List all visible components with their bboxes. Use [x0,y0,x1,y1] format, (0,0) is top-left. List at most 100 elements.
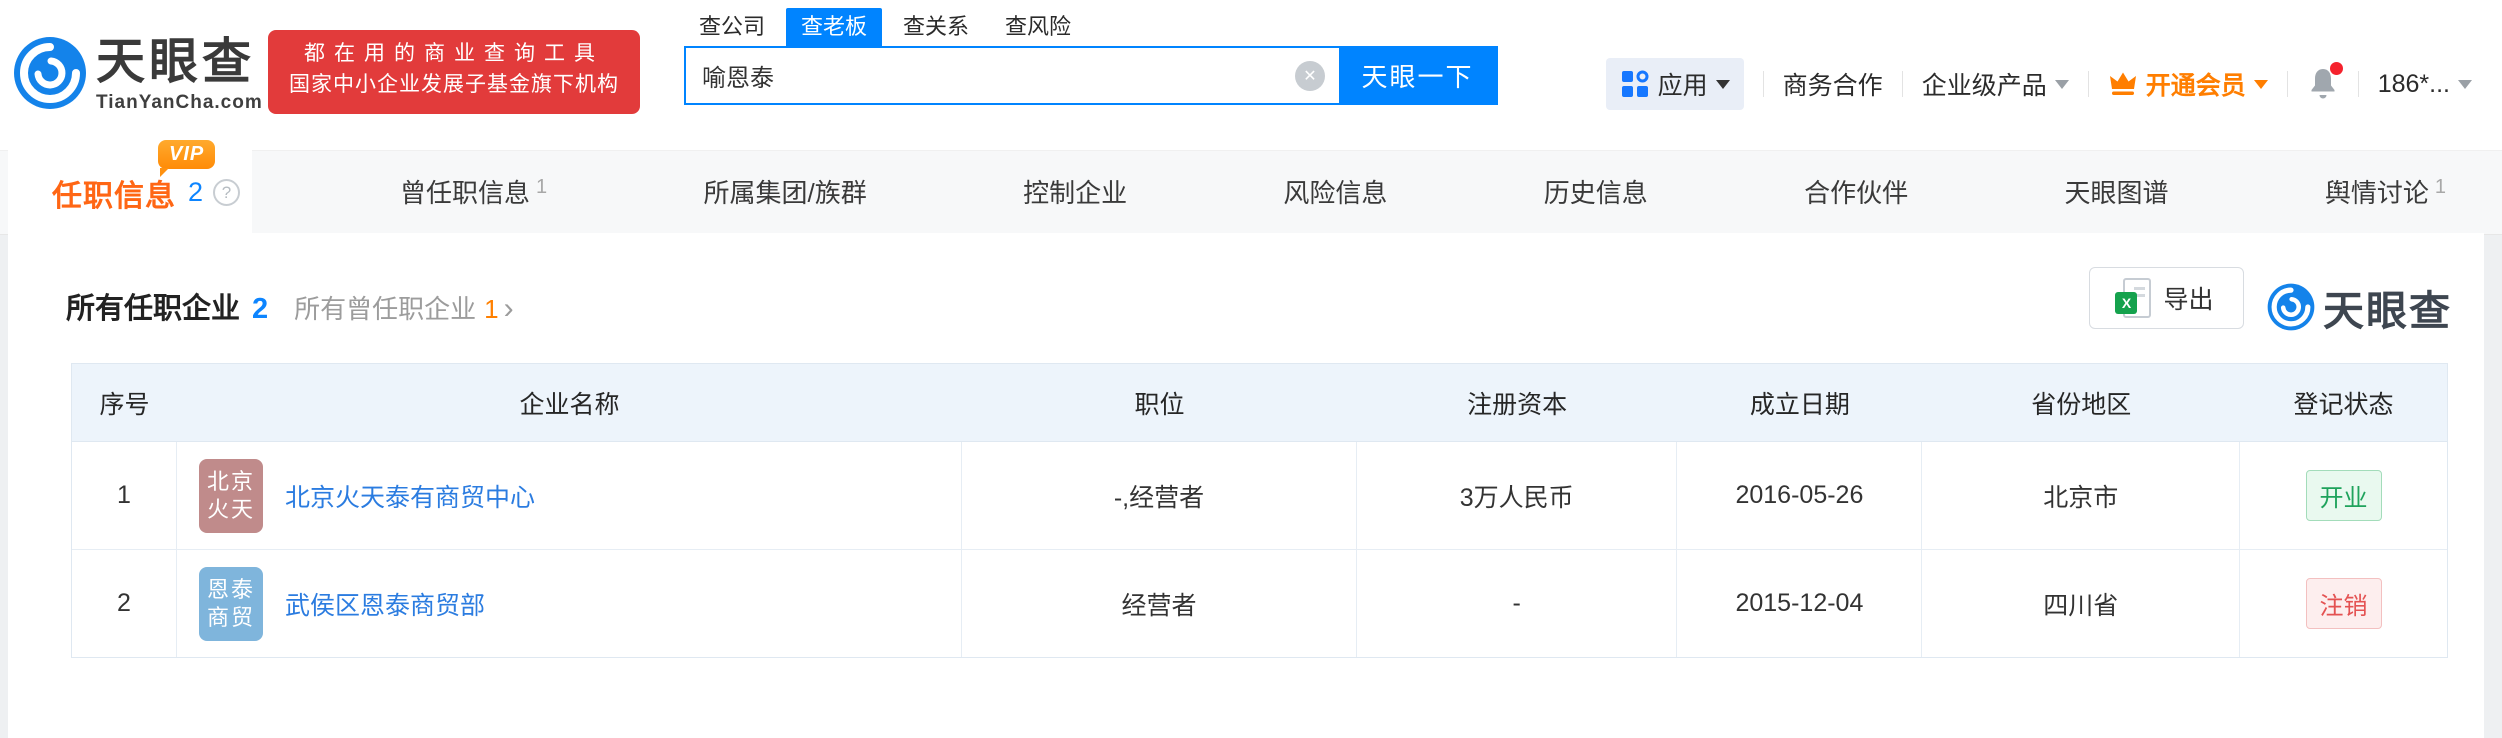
vip-label: 开通会员 [2146,66,2246,102]
cell-region: 北京市 [1922,442,2240,549]
search-input[interactable] [686,61,1295,91]
section-title: 所有任职企业 [66,285,240,327]
nav-divider [2287,71,2288,97]
brand-text[interactable]: 天眼查 TianYanCha.com [96,34,263,114]
cell-index: 2 [72,550,177,657]
nav-item-enterprise-products[interactable]: 企业级产品 [1922,66,2069,102]
watermark-text: 天眼查 [2323,277,2452,337]
crown-icon [2108,70,2138,98]
cell-company: 北京火天北京火天泰有商贸中心 [177,442,962,549]
page-tab[interactable]: 天眼图谱 [2065,173,2169,210]
page-tab-label: 舆情讨论 [2325,178,2429,208]
page-tab[interactable]: 曾任职信息 1 [400,173,547,210]
page-tab-label: 曾任职信息 [400,178,530,208]
export-button[interactable]: 导出 [2089,267,2244,329]
caret-down-icon [1716,80,1730,89]
page-tab-count: 1 [2435,176,2446,198]
tianyancha-page: 天眼查 TianYanCha.com 都在用的商业查询工具 国家中小企业发展子基… [0,0,2502,738]
page-tab-label: 历史信息 [1544,178,1648,208]
column-header: 注册资本 [1357,385,1678,421]
search-type-tabs: 查公司查老板查关系查风险 [684,8,1092,46]
page-tab[interactable]: 所属集团/族群 [703,173,866,210]
brand-domain: TianYanCha.com [96,92,263,114]
caret-down-icon [2254,80,2268,89]
page-tab-count: 1 [536,176,547,198]
cell-position: -,经营者 [962,442,1357,549]
banner-line1: 都在用的商业查询工具 [268,39,640,69]
chevron-right-icon[interactable]: › [504,292,514,326]
page-tab-label: 所属集团/族群 [703,178,866,208]
page-tab[interactable]: 控制企业 [1023,173,1127,210]
search-box: ✕ 天眼一下 [684,46,1498,105]
company-link[interactable]: 北京火天泰有商贸中心 [285,478,535,514]
vip-tag-badge: VIP [158,140,215,169]
table-row: 1北京火天北京火天泰有商贸中心-,经营者3万人民币2016-05-26北京市开业 [72,442,2447,549]
company-link[interactable]: 武侯区恩泰商贸部 [285,586,485,622]
search-type-tab[interactable]: 查老板 [786,8,882,46]
content-card: 所有任职企业 2 所有曾任职企业 1 › 导出 天眼查 序号企业名称职位注册资本… [8,233,2484,738]
search-button[interactable]: 天眼一下 [1339,48,1496,103]
active-tab-label: 任职信息 [52,171,176,215]
status-badge: 注销 [2306,578,2382,629]
page-tab[interactable]: 历史信息 [1544,173,1648,210]
nav-item-business-cooperation[interactable]: 商务合作 [1783,66,1883,102]
table-body: 1北京火天北京火天泰有商贸中心-,经营者3万人民币2016-05-26北京市开业… [72,442,2447,657]
column-header: 企业名称 [177,385,962,421]
header-nav: 应用 商务合作 企业级产品 开通会员 [1606,58,2472,110]
cell-region: 四川省 [1922,550,2240,657]
page-tab-label: 风险信息 [1283,178,1387,208]
cell-status: 注销 [2240,550,2447,657]
top-header: 天眼查 TianYanCha.com 都在用的商业查询工具 国家中小企业发展子基… [0,0,2502,150]
account-menu[interactable]: 186*... [2378,70,2472,99]
caret-down-icon [2055,80,2069,89]
former-companies-count[interactable]: 1 [484,294,498,325]
brand-name: 天眼查 [96,34,263,90]
enterprise-label: 企业级产品 [1922,66,2047,102]
search-type-tab[interactable]: 查公司 [684,8,780,46]
table-header-row: 序号企业名称职位注册资本成立日期省份地区登记状态 [72,364,2447,442]
company-logo-badge: 恩泰商贸 [199,567,263,641]
clear-search-icon[interactable]: ✕ [1295,61,1325,91]
column-header: 成立日期 [1677,385,1922,421]
nav-divider [1763,71,1764,97]
search-type-tab[interactable]: 查关系 [888,8,984,46]
company-logo-badge-line: 火天 [207,496,255,524]
search-type-tab[interactable]: 查风险 [990,8,1086,46]
section-header: 所有任职企业 2 所有曾任职企业 1 › [66,285,514,327]
page-tab[interactable]: 合作伙伴 [1804,173,1908,210]
table-row: 2恩泰商贸武侯区恩泰商贸部经营者-2015-12-04四川省注销 [72,549,2447,657]
active-tab-count: 2 [188,177,203,208]
former-companies-link[interactable]: 所有曾任职企业 [294,289,476,326]
company-logo-badge-line: 恩泰 [207,576,255,604]
page-tab-list: 曾任职信息 1 所属集团/族群 控制企业 风险信息 历史信息 合作伙伴 天眼图谱 舆情讨论 1 [400,150,2446,233]
column-header: 序号 [72,385,177,421]
caret-down-icon [2458,80,2472,89]
company-logo-badge-line: 北京 [207,468,255,496]
apps-label: 应用 [1658,66,1708,102]
cell-founded-date: 2016-05-26 [1677,442,1922,549]
company-logo-badge: 北京火天 [199,459,263,533]
column-header: 省份地区 [1922,385,2240,421]
notifications-button[interactable] [2307,66,2339,102]
apps-menu-button[interactable]: 应用 [1606,58,1744,110]
positions-table: 序号企业名称职位注册资本成立日期省份地区登记状态 1北京火天北京火天泰有商贸中心… [71,363,2448,658]
page-tab[interactable]: 风险信息 [1283,173,1387,210]
page-tab-label: 合作伙伴 [1804,178,1908,208]
column-header: 职位 [962,385,1357,421]
company-logo-badge-line: 商贸 [207,604,255,632]
page-tab-label: 控制企业 [1023,178,1127,208]
help-icon[interactable]: ? [213,179,240,206]
page-tab[interactable]: 舆情讨论 1 [2325,173,2446,210]
open-vip-button[interactable]: 开通会员 [2108,66,2268,102]
column-header: 登记状态 [2240,385,2447,421]
tianyancha-logo-icon[interactable] [13,36,87,110]
page-tab-label: 天眼图谱 [2065,178,2169,208]
watermark-logo: 天眼查 [2267,277,2452,337]
promo-banner: 都在用的商业查询工具 国家中小企业发展子基金旗下机构 [268,30,640,114]
nav-divider [1902,71,1903,97]
cell-capital: 3万人民币 [1357,442,1678,549]
tab-positions-active[interactable]: VIP 任职信息 2 ? [8,150,252,235]
section-title-count: 2 [252,293,268,326]
account-phone: 186*... [2378,70,2450,99]
nav-divider [2358,71,2359,97]
